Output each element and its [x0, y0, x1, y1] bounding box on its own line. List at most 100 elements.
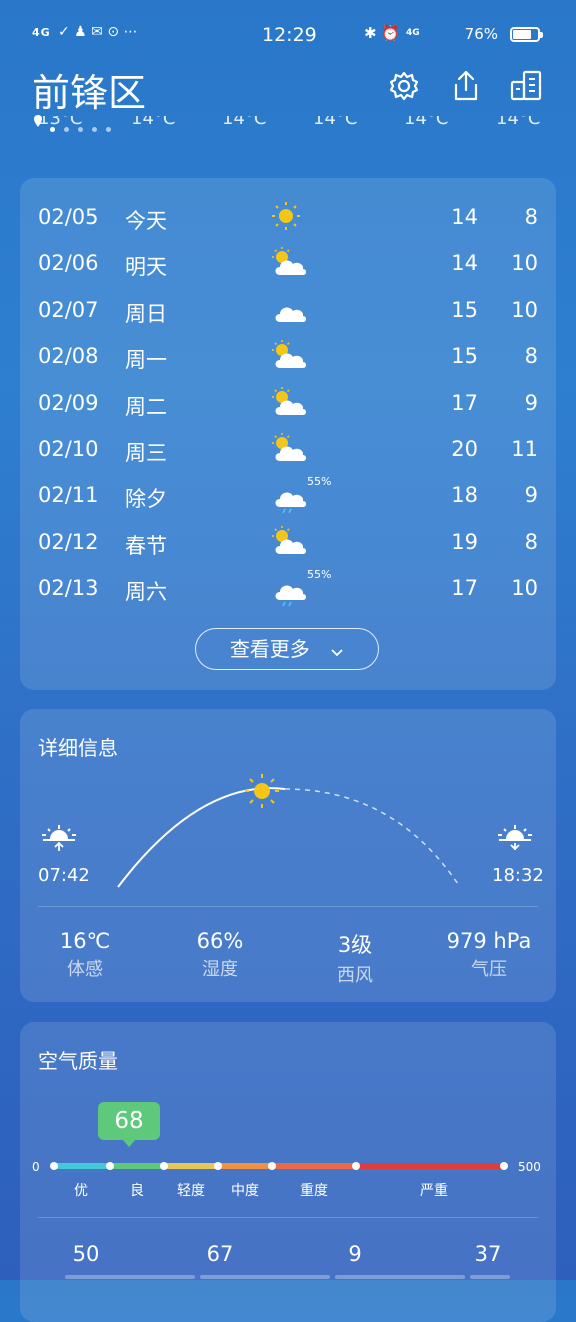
rain-icon — [270, 570, 310, 607]
forecast-row[interactable]: 02/10 周三 20 11 — [20, 427, 556, 473]
aqi-scale-tick — [160, 1162, 168, 1170]
divider — [38, 1217, 538, 1218]
pollutant-value: 37 — [474, 1242, 502, 1266]
forecast-low: 9 — [524, 390, 538, 415]
forecast-date: 02/05 — [38, 205, 99, 229]
aqi-scale-segment — [110, 1163, 164, 1169]
forecast-row[interactable]: 02/09 周二 17 9 — [20, 381, 556, 427]
forecast-high: 15 — [451, 297, 478, 322]
humidity-stat: 66% 湿度 — [155, 929, 285, 981]
partly-cloudy-icon — [270, 338, 310, 374]
forecast-row[interactable]: 02/05 今天 14 8 — [20, 195, 556, 241]
aqi-scale-tick — [50, 1162, 58, 1170]
forecast-high: 15 — [451, 344, 478, 369]
aqi-level-label: 重度 — [300, 1183, 328, 1199]
rain-icon — [270, 477, 310, 514]
aqi-scale-tick — [352, 1162, 360, 1170]
air-quality-title: 空气质量 — [38, 1049, 118, 1073]
sun-position-icon — [245, 774, 279, 808]
air-quality-card: 空气质量 68 0 500 优 良 轻度 中度 重度 严重 50 67 9 37 — [20, 1022, 556, 1322]
forecast-low: 10 — [511, 576, 538, 601]
forecast-low: 9 — [524, 483, 538, 508]
feels-like-value: 16℃ — [59, 929, 111, 953]
view-more-label: 查看更多 — [229, 637, 310, 661]
forecast-high: 14 — [451, 205, 478, 229]
forecast-high: 18 — [451, 483, 478, 508]
hourly-temp: 14°C — [131, 116, 176, 129]
pollutant-value: 50 — [72, 1242, 100, 1266]
aqi-level-label: 轻度 — [177, 1183, 205, 1199]
aqi-level-label: 中度 — [231, 1183, 259, 1199]
forecast-date: 02/10 — [38, 437, 99, 461]
pollutant-bar — [65, 1275, 195, 1279]
precip-chance: 55% — [307, 475, 332, 489]
city-title[interactable]: 前锋区 — [32, 62, 146, 117]
status-icons-left: ✓ ♟ ✉ ⊙ ⋯ — [58, 24, 138, 40]
forecast-low: 8 — [524, 205, 538, 229]
forecast-row[interactable]: 02/11 除夕 55% 18 9 — [20, 473, 556, 519]
forecast-day: 除夕 — [125, 487, 167, 512]
forecast-date: 02/09 — [38, 390, 99, 415]
wind-label: 西风 — [337, 965, 373, 986]
pollutant-value: 9 — [348, 1242, 362, 1266]
hourly-temp: 14°C — [496, 116, 541, 129]
aqi-scale-segment — [54, 1163, 110, 1169]
battery-percent: 76% — [464, 25, 498, 43]
pressure-value: 979 hPa — [446, 929, 532, 953]
sunrise-time: 07:42 — [38, 865, 90, 886]
forecast-day: 今天 — [125, 209, 167, 233]
wind-value: 3级 — [337, 933, 373, 957]
forecast-date: 02/11 — [38, 483, 99, 508]
page-indicator — [50, 117, 120, 136]
forecast-date: 02/08 — [38, 344, 99, 369]
partly-cloudy-icon — [270, 431, 310, 467]
forecast-row[interactable]: 02/06 明天 14 10 — [20, 241, 556, 287]
aqi-scale-tick — [500, 1162, 508, 1170]
forecast-date: 02/07 — [38, 297, 99, 322]
hourly-temp: 14°C — [313, 116, 358, 129]
aqi-scale-tick — [106, 1162, 114, 1170]
city-list-icon[interactable] — [508, 68, 544, 104]
forecast-day: 周一 — [125, 348, 167, 373]
forecast-high: 20 — [451, 437, 478, 461]
aqi-scale-segment — [218, 1163, 272, 1169]
forecast-card: 02/05 今天 14 8 02/06 明天 14 10 02/07 周日 15 10 02/08 周一 1… — [20, 178, 556, 690]
share-icon[interactable] — [448, 68, 484, 104]
pressure-stat: 979 hPa 气压 — [424, 929, 554, 981]
forecast-date: 02/13 — [38, 576, 99, 601]
location-pin-icon — [33, 113, 43, 132]
forecast-row[interactable]: 02/07 周日 15 10 — [20, 288, 556, 334]
forecast-row[interactable]: 02/13 周六 55% 17 10 — [20, 566, 556, 612]
hourly-temp: 14°C — [222, 116, 267, 129]
details-card: 详细信息 07:42 18:32 16℃ 体感 66% 湿度 3级 西风 979… — [20, 709, 556, 1002]
view-more-button[interactable]: 查看更多 — [195, 628, 379, 670]
feels-like-label: 体感 — [67, 959, 103, 980]
forecast-day: 周二 — [125, 394, 167, 419]
aqi-level-label: 优 — [74, 1183, 88, 1199]
sunrise-icon — [40, 819, 78, 857]
network-indicator-right: 4G — [406, 28, 420, 38]
forecast-day: 周三 — [125, 441, 167, 465]
forecast-row[interactable]: 02/12 春节 19 8 — [20, 520, 556, 566]
precip-chance: 55% — [307, 568, 332, 582]
sunset-time: 18:32 — [492, 865, 544, 886]
forecast-row[interactable]: 02/08 周一 15 8 — [20, 334, 556, 380]
chevron-down-icon — [330, 631, 344, 671]
aqi-scale-tick — [214, 1162, 222, 1170]
aqi-scale-min: 0 — [32, 1160, 40, 1174]
humidity-value: 66% — [196, 929, 244, 953]
divider — [38, 906, 538, 907]
aqi-scale-segment — [164, 1163, 218, 1169]
cloudy-icon — [270, 292, 310, 328]
forecast-day: 春节 — [125, 533, 167, 558]
aqi-scale-max: 500 — [518, 1160, 541, 1174]
pressure-label: 气压 — [471, 959, 507, 980]
clock: 12:29 — [262, 24, 317, 46]
partly-cloudy-icon — [270, 524, 310, 560]
settings-icon[interactable] — [386, 68, 422, 104]
pollutant-bar — [470, 1275, 510, 1279]
aqi-value-badge: 68 — [98, 1102, 160, 1147]
aqi-scale-tick — [268, 1162, 276, 1170]
humidity-label: 湿度 — [202, 959, 238, 980]
sunny-icon — [270, 199, 310, 235]
